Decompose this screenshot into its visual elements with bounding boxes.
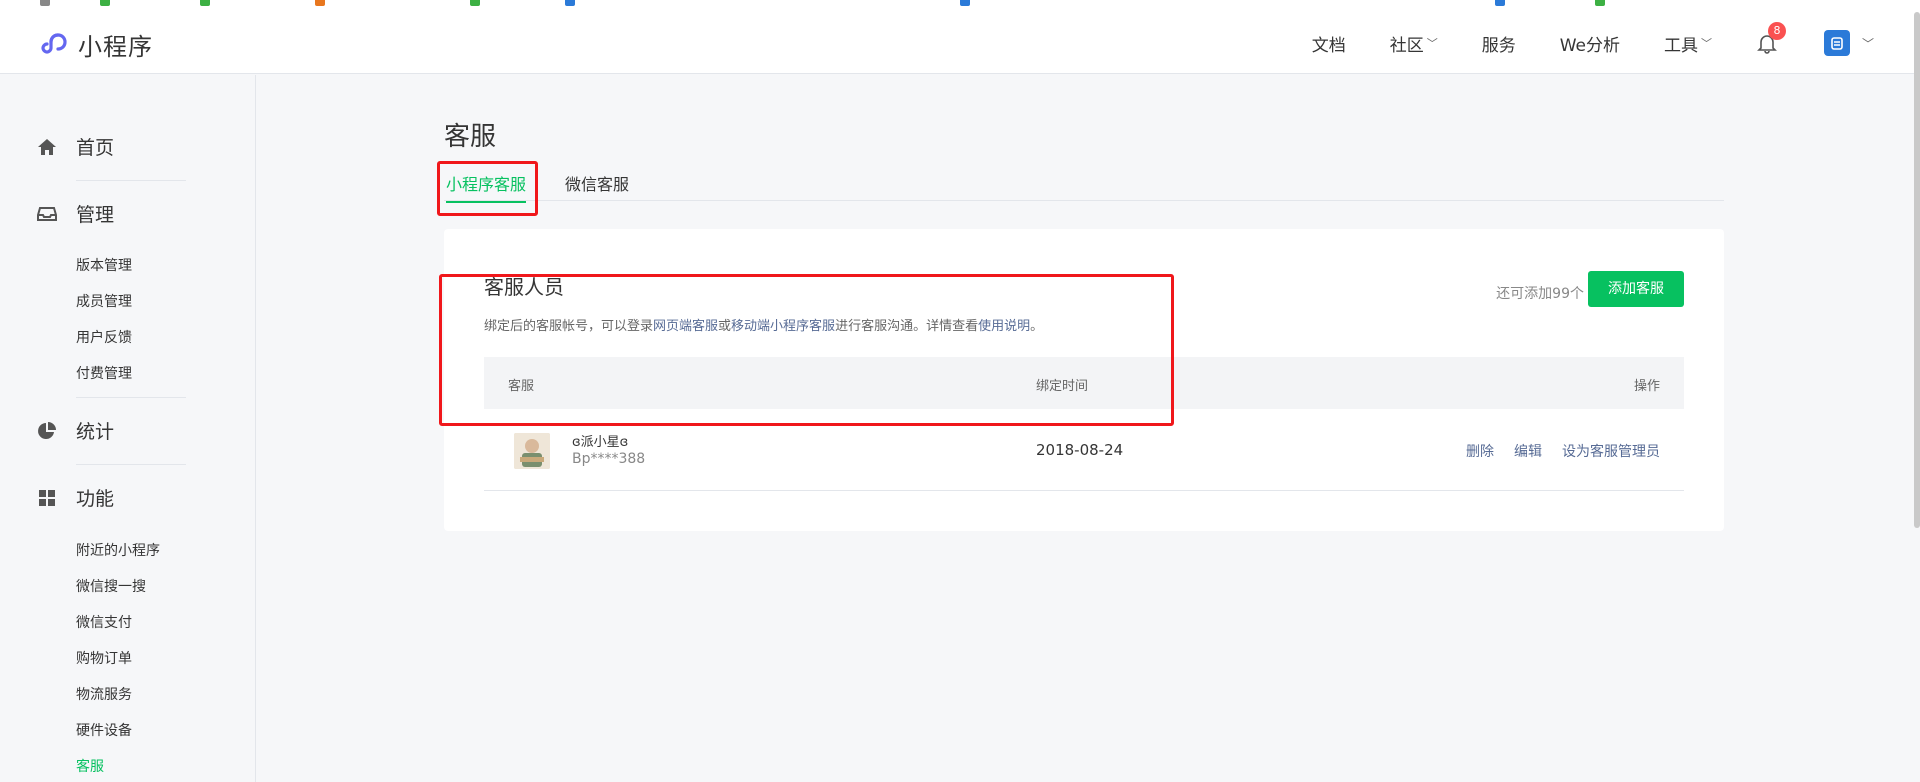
tab-miniprogram-cs[interactable]: 小程序客服 — [446, 171, 527, 203]
nav-docs[interactable]: 文档 — [1312, 31, 1346, 56]
sidebar-group-manage[interactable]: 管理 — [36, 200, 114, 227]
table-header: 客服 绑定时间 操作 — [484, 357, 1684, 409]
nav-label: 服务 — [1481, 35, 1516, 56]
chevron-down-icon: ﹀ — [1426, 37, 1438, 50]
card-description: 绑定后的客服帐号，可以登录网页端客服或移动端小程序客服进行客服沟通。详情查看使用… — [484, 315, 1043, 334]
card-title: 客服人员 — [484, 275, 564, 299]
mobile-cs-link[interactable]: 移动端小程序客服 — [731, 319, 835, 334]
sidebar-item-customer-service[interactable]: 客服 — [76, 756, 104, 776]
bookmark-item[interactable] — [565, 0, 579, 6]
sidebar-group-features[interactable]: 功能 — [36, 484, 114, 511]
sidebar-group-stats[interactable]: 统计 — [36, 417, 114, 444]
nav-community[interactable]: 社区 ﹀ — [1390, 31, 1438, 56]
column-header: 客服 — [508, 379, 535, 394]
cs-nickname: ɞ派小星ɞ — [572, 435, 629, 450]
pie-chart-icon — [36, 420, 58, 442]
sidebar-item-logistics[interactable]: 物流服务 — [76, 684, 132, 704]
top-nav: 文档 社区 ﹀ 服务 We分析 工具 ﹀ 8 ﹀ — [1312, 12, 1920, 74]
divider — [76, 180, 186, 181]
bind-date: 2018-08-24 — [1036, 441, 1124, 459]
notification-badge: 8 — [1767, 22, 1786, 40]
divider — [76, 464, 186, 465]
chevron-down-icon: ﹀ — [1700, 37, 1712, 50]
sidebar-item-search[interactable]: 微信搜一搜 — [76, 576, 146, 596]
tab-wechat-cs[interactable]: 微信客服 — [565, 171, 629, 201]
tab-bar: 小程序客服 微信客服 — [444, 171, 1724, 203]
account-avatar-icon — [1823, 30, 1850, 56]
brand-name: 小程序 — [78, 33, 153, 61]
notification-button[interactable]: 8 — [1756, 22, 1786, 54]
inbox-icon — [36, 203, 58, 225]
cs-account: Bp****388 — [572, 451, 646, 467]
desc-text: 或 — [718, 319, 732, 334]
set-admin-link[interactable]: 设为客服管理员 — [1562, 441, 1660, 461]
bookmark-item[interactable] — [40, 0, 54, 6]
logo[interactable]: 小程序 — [38, 27, 153, 62]
row-actions: 删除 编辑 设为客服管理员 — [1466, 441, 1660, 461]
top-navbar: 小程序 文档 社区 ﹀ 服务 We分析 工具 ﹀ 8 ﹀ — [0, 12, 1920, 74]
edit-link[interactable]: 编辑 — [1514, 441, 1542, 461]
sidebar-item-billing[interactable]: 付费管理 — [76, 363, 132, 383]
sidebar-group-home[interactable]: 首页 — [36, 133, 114, 160]
nav-services[interactable]: 服务 — [1482, 31, 1516, 56]
sidebar: 首页 管理 版本管理 成员管理 用户反馈 付费管理 统计 功能 附近的小程序 微… — [0, 75, 256, 782]
sidebar-item-hardware[interactable]: 硬件设备 — [76, 720, 132, 740]
chevron-down-icon: ﹀ — [1861, 36, 1874, 51]
avatar — [514, 433, 550, 469]
desc-text: 进行客服沟通。详情查看 — [835, 319, 979, 334]
sidebar-item-nearby[interactable]: 附近的小程序 — [76, 540, 160, 560]
quota-text: 还可添加99个 — [1496, 286, 1584, 302]
sidebar-group-label: 功能 — [76, 488, 115, 510]
bookmark-item[interactable] — [470, 0, 484, 6]
bookmark-item[interactable] — [1495, 0, 1509, 6]
grid-icon — [36, 487, 58, 509]
sidebar-group-label: 管理 — [76, 204, 115, 226]
web-cs-link[interactable]: 网页端客服 — [653, 319, 718, 334]
page-title: 客服 — [444, 122, 497, 152]
nav-label: 社区 — [1389, 35, 1424, 56]
nav-label: 工具 — [1663, 35, 1698, 56]
cs-card: 客服人员 绑定后的客服帐号，可以登录网页端客服或移动端小程序客服进行客服沟通。详… — [444, 229, 1724, 531]
bookmark-item[interactable] — [960, 0, 974, 6]
column-header: 操作 — [1633, 379, 1660, 394]
sidebar-item-orders[interactable]: 购物订单 — [76, 648, 132, 668]
sidebar-item-feedback[interactable]: 用户反馈 — [76, 327, 132, 347]
nav-tools[interactable]: 工具 ﹀ — [1664, 31, 1712, 56]
nav-label: We分析 — [1559, 35, 1620, 56]
column-header: 绑定时间 — [1036, 379, 1089, 394]
desc-text: 。 — [1030, 319, 1044, 334]
delete-link[interactable]: 删除 — [1466, 441, 1494, 461]
sidebar-group-label: 首页 — [76, 137, 115, 159]
sidebar-item-pay[interactable]: 微信支付 — [76, 612, 132, 632]
bookmarks-bar — [0, 0, 1920, 12]
sidebar-group-label: 统计 — [76, 421, 115, 443]
sidebar-item-members[interactable]: 成员管理 — [76, 291, 132, 311]
divider — [76, 397, 186, 398]
help-link[interactable]: 使用说明 — [978, 319, 1030, 334]
account-menu[interactable]: ﹀ — [1823, 30, 1874, 56]
nav-label: 文档 — [1311, 35, 1346, 56]
bookmark-item[interactable] — [315, 0, 329, 6]
home-icon — [36, 136, 58, 158]
add-cs-button[interactable]: 添加客服 — [1588, 271, 1684, 307]
bookmark-item[interactable] — [200, 0, 214, 6]
desc-text: 绑定后的客服帐号，可以登录 — [484, 319, 654, 334]
page-scrollbar[interactable] — [1914, 12, 1920, 528]
miniprogram-logo-icon — [41, 32, 67, 54]
sidebar-item-version[interactable]: 版本管理 — [76, 255, 132, 275]
table-row: ɞ派小星ɞ Bp****388 2018-08-24 删除 编辑 设为客服管理员 — [484, 409, 1684, 491]
nav-we-analysis[interactable]: We分析 — [1560, 31, 1620, 56]
bookmark-item[interactable] — [100, 0, 114, 6]
bookmark-item[interactable] — [1595, 0, 1609, 6]
